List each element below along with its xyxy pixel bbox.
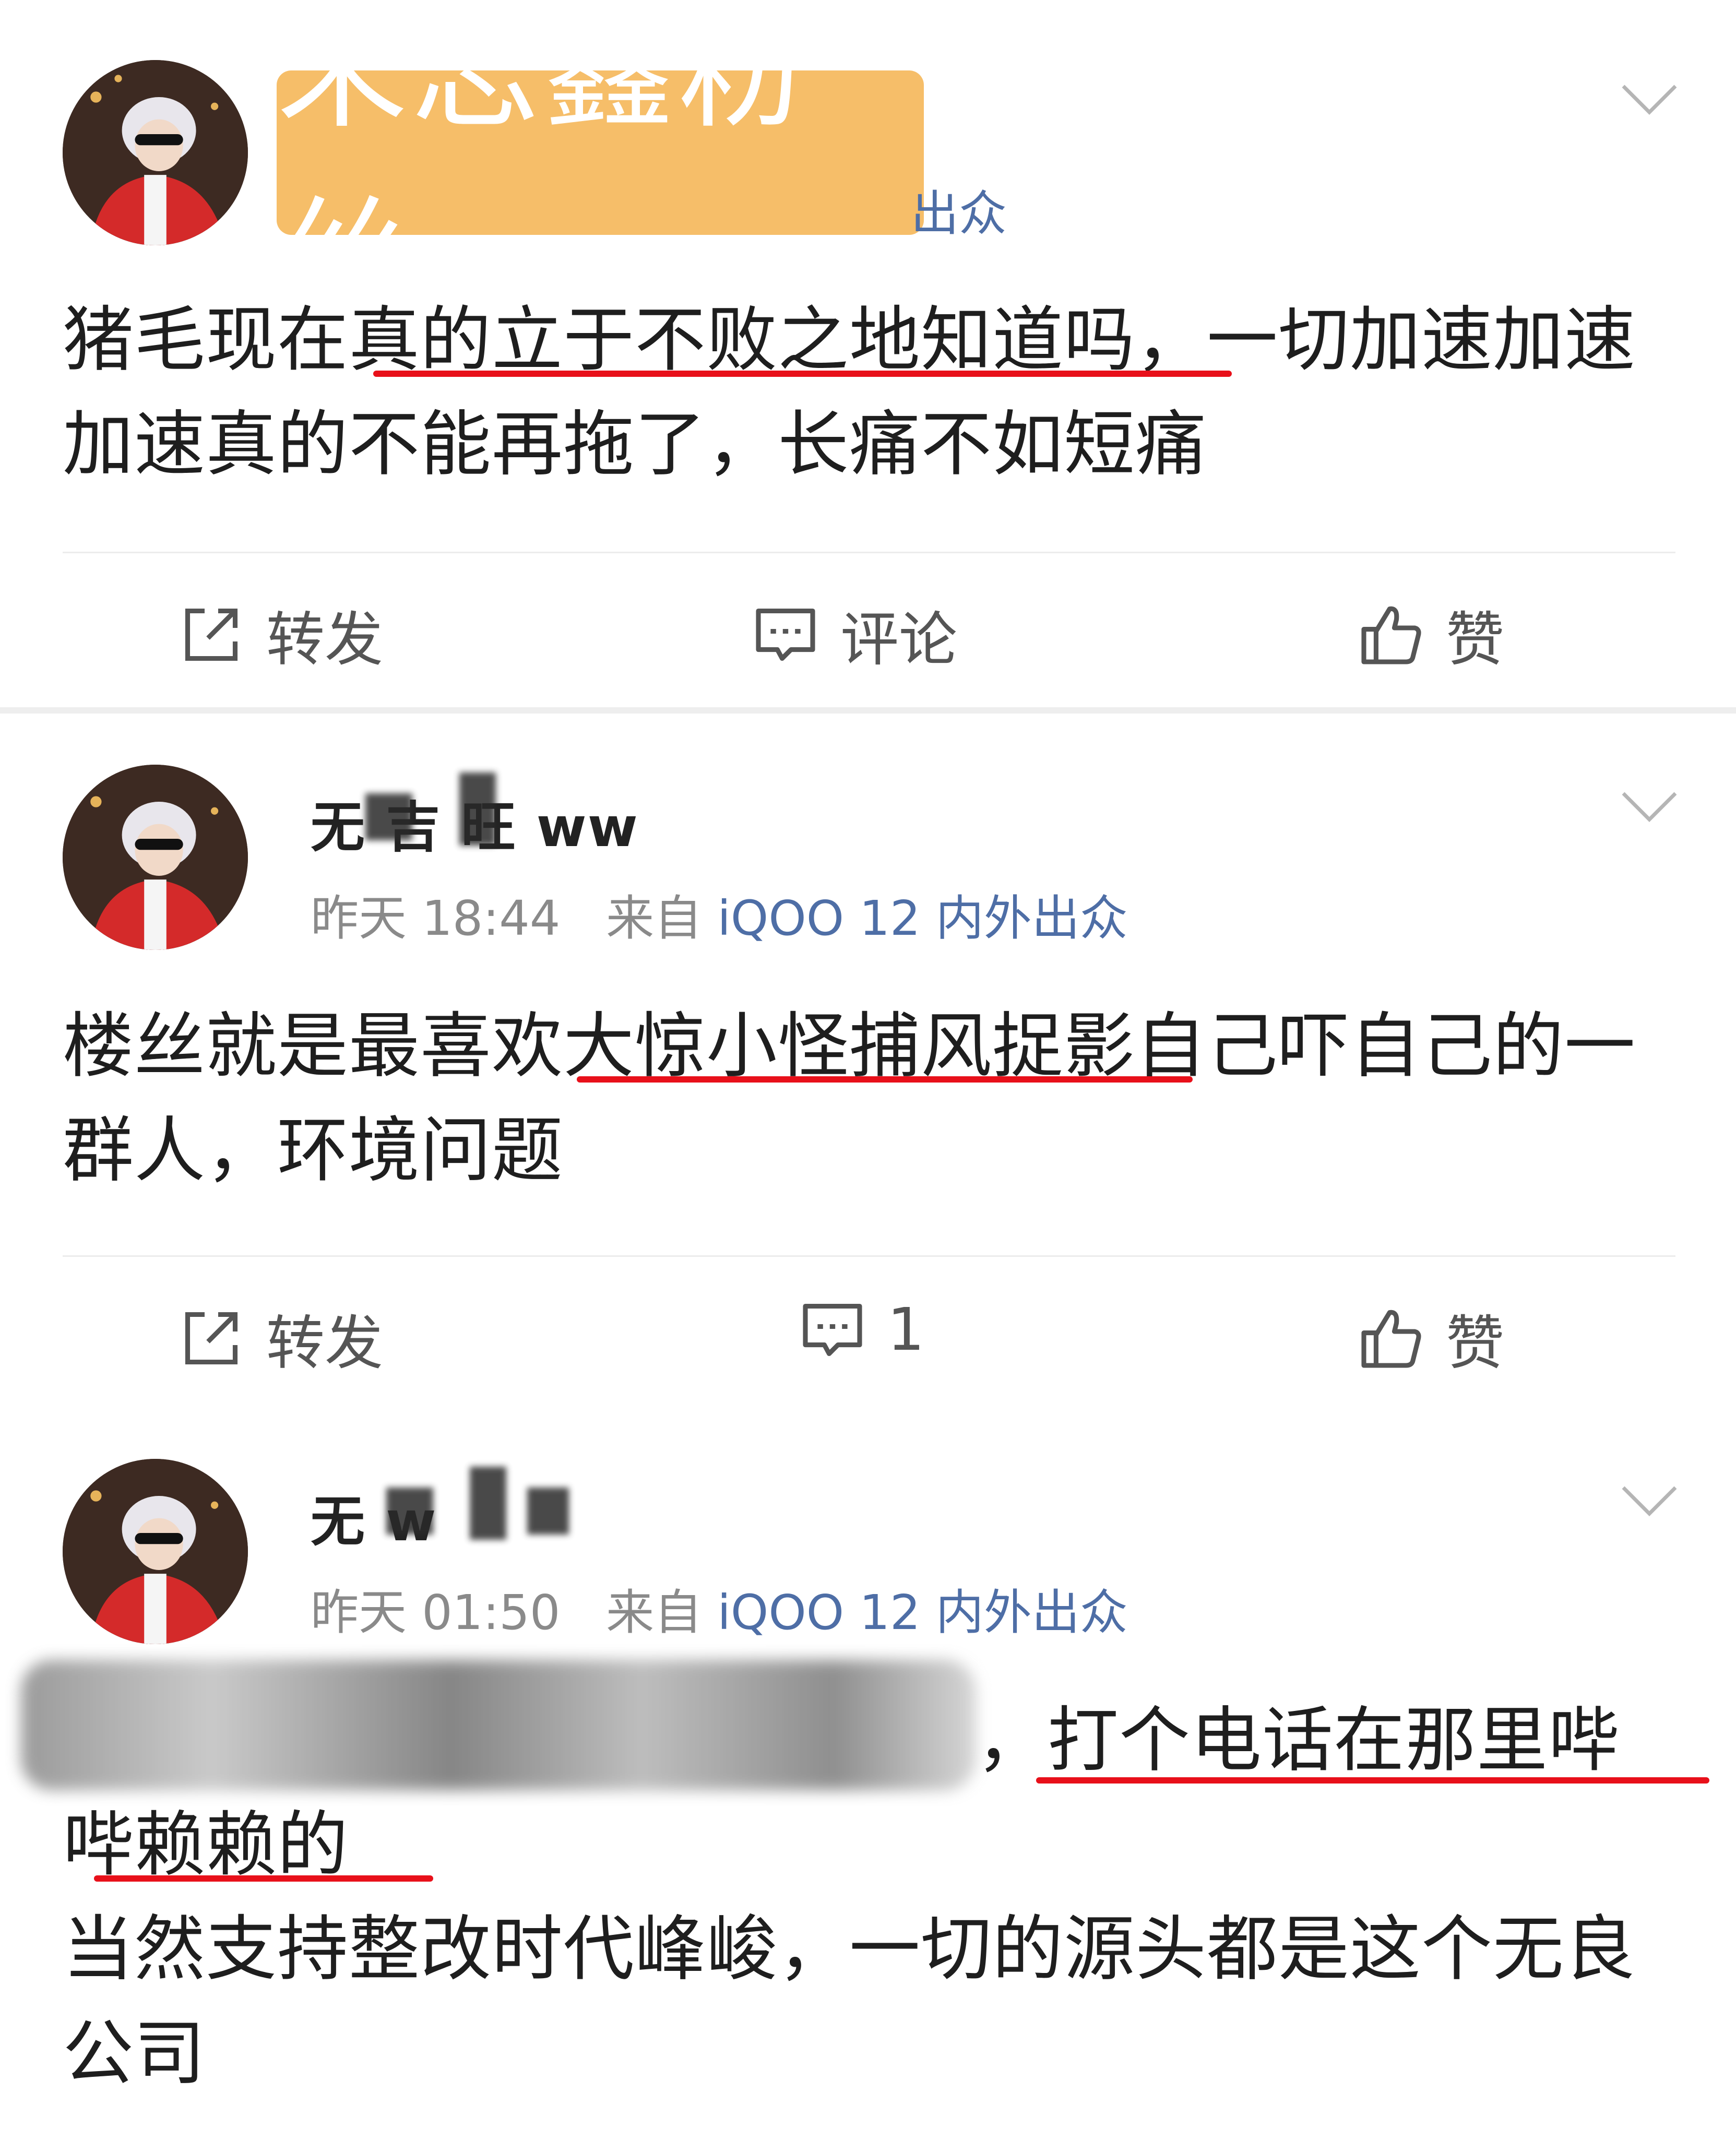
username-redaction <box>459 772 496 846</box>
repost-button[interactable]: 转发 <box>177 592 383 677</box>
post-3: 无 w 昨天 01:50 来自 iQOO 12 内外出众 ，打个电话在那里哔 哔… <box>0 1409 1736 2140</box>
repost-icon <box>185 608 238 661</box>
fan-badge: 朱志鑫粉丝 <box>277 0 924 335</box>
chevron-down-icon[interactable] <box>1621 791 1678 822</box>
username-redaction <box>386 1488 433 1535</box>
post-meta-partial: 出众 <box>911 186 1007 242</box>
post-1: 朱志鑫粉丝 出众 猪毛现在真的立于不败之地知道吗，一切加速加速加速真的不能再拖了… <box>0 0 1736 710</box>
avatar-image <box>63 1459 248 1644</box>
like-icon <box>1361 1310 1421 1368</box>
section-gap <box>0 707 1736 714</box>
repost-label: 转发 <box>266 1310 383 1377</box>
comment-button[interactable]: 评论 <box>752 592 957 677</box>
avatar-image <box>63 60 248 245</box>
avatar[interactable] <box>63 1459 248 1644</box>
content-redaction <box>21 1660 976 1790</box>
highlight-underline <box>94 1875 433 1882</box>
username-redaction <box>470 1467 506 1540</box>
highlight-underline <box>1036 1777 1709 1784</box>
divider <box>63 552 1675 553</box>
post-content: 楼丝就是最喜欢大惊小怪捕风捉影自己吓自己的一群人，环境问题 <box>63 1005 1636 1192</box>
like-label: 赞 <box>1446 1310 1504 1377</box>
repost-icon <box>185 1312 238 1365</box>
from-label: 来自 <box>606 1585 703 1640</box>
like-button[interactable]: 赞 <box>1357 592 1504 677</box>
comment-icon <box>803 1303 862 1357</box>
divider <box>63 1255 1675 1257</box>
post-source[interactable]: iQOO 12 内外出众 <box>717 1585 1127 1640</box>
from-label: 来自 <box>606 890 703 946</box>
highlight-underline <box>577 1076 1193 1083</box>
chevron-down-icon[interactable] <box>1621 1485 1678 1516</box>
post-time: 昨天 01:50 <box>311 1585 561 1640</box>
post-source[interactable]: iQOO 12 内外出众 <box>717 890 1127 946</box>
repost-button[interactable]: 转发 <box>177 1296 383 1381</box>
avatar-image <box>63 765 248 950</box>
post-time: 昨天 18:44 <box>311 890 561 946</box>
comment-label: 评论 <box>840 606 957 674</box>
post-meta: 昨天 01:50 来自 iQOO 12 内外出众 <box>311 1574 1128 1643</box>
comment-count: 1 <box>887 1296 925 1364</box>
post-2: 无 吉 旺 ww 昨天 18:44 来自 iQOO 12 内外出众 楼丝就是最喜… <box>0 715 1736 1394</box>
like-button[interactable]: 赞 <box>1357 1296 1504 1381</box>
avatar[interactable] <box>63 60 248 245</box>
post-content: 猪毛现在真的立于不败之地知道吗，一切加速加速加速真的不能再拖了，长痛不如短痛 <box>63 299 1636 486</box>
post-content-line-3: 当然支持整改时代峰峻，一切的源头都是这个无良公司 <box>63 1908 1636 2095</box>
highlight-underline <box>373 371 1232 377</box>
like-label: 赞 <box>1446 606 1504 674</box>
username-redaction <box>365 793 412 840</box>
post-content-line-2: 哔赖赖的 <box>63 1804 349 1886</box>
chevron-down-icon[interactable] <box>1621 84 1678 115</box>
comment-icon <box>756 608 815 661</box>
like-icon <box>1361 606 1421 664</box>
avatar[interactable] <box>63 765 248 950</box>
repost-label: 转发 <box>266 606 383 674</box>
username-redaction <box>527 1488 569 1535</box>
post-meta: 昨天 18:44 来自 iQOO 12 内外出众 <box>311 879 1128 949</box>
comment-button[interactable]: 1 <box>799 1296 924 1364</box>
